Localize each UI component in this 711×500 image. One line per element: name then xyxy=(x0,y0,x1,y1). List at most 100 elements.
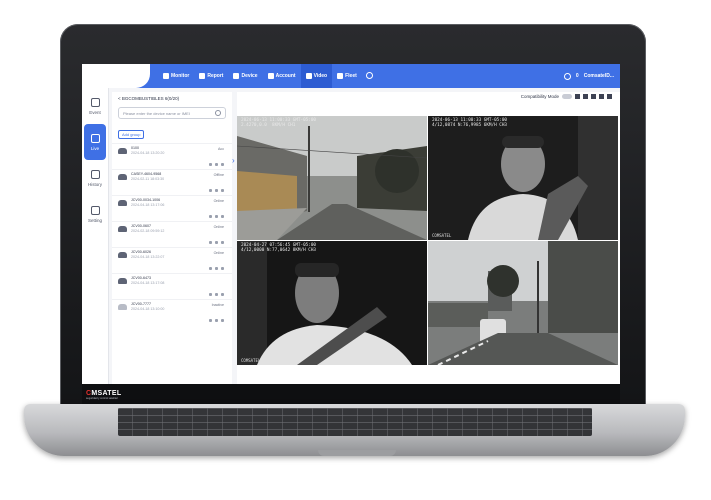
compatibility-toggle[interactable] xyxy=(562,94,572,99)
video-panel: Compatibility Mode 2024-06-13 11:00:33 G… xyxy=(237,92,620,384)
camera-tile-3[interactable]: 2024-04-27 07:56:45 GMT-05:00 4/12,0000 … xyxy=(237,241,427,365)
add-group-button[interactable]: Add group xyxy=(118,130,145,139)
device-actions[interactable] xyxy=(209,293,224,296)
device-row[interactable]: CASEY-4604-9568 2024-02-11 18:03:30 Offlin… xyxy=(112,169,232,195)
camera-3-timestamp: 2024-04-27 07:56:45 GMT-05:00 4/12,0000 … xyxy=(241,243,317,253)
side-rail: Event Live History Setting xyxy=(82,88,109,384)
nav-video[interactable]: Video xyxy=(300,64,333,88)
edit-icon xyxy=(221,319,224,322)
bell-icon[interactable] xyxy=(563,72,571,80)
device-actions[interactable] xyxy=(209,267,224,270)
fleet-icon xyxy=(337,73,344,79)
nav-account[interactable]: Account xyxy=(263,64,301,88)
camera-3-watermark: COMSATEL xyxy=(241,358,261,363)
camera-tile-1[interactable]: 2024-06-13 11:00:33 GMT-05:00 2.4270,0.0… xyxy=(237,116,427,240)
device-actions[interactable] xyxy=(209,319,224,322)
camera-tile-2[interactable]: 2024-06-13 11:00:33 GMT-05:00 4/12,0874 … xyxy=(428,116,618,240)
device-actions[interactable] xyxy=(209,189,224,192)
device-row[interactable]: 0100 2024-04-18 13:20:20 Acc xyxy=(112,143,232,169)
device-status: Acc xyxy=(218,147,224,151)
nav-label: Report xyxy=(207,73,224,79)
nav-report[interactable]: Report xyxy=(194,64,228,88)
traffic-scene-image xyxy=(428,241,618,365)
device-time: 2024-02-11 18:03:30 xyxy=(131,177,165,181)
rail-label: Event xyxy=(89,109,101,115)
device-row[interactable]: JCV00-6473 2024-04-18 13:17:08 xyxy=(112,273,232,299)
signal-icon xyxy=(209,189,212,192)
camera-grid: 2024-06-13 11:00:33 GMT-05:00 2.4270,0.0… xyxy=(237,116,618,365)
device-info: JCV00-0034-1006 2024-04-18 13:17:06 xyxy=(131,198,164,208)
heart-icon xyxy=(215,215,218,218)
camera-1-timestamp: 2024-06-13 11:00:33 GMT-05:00 2.4270,0.0… xyxy=(241,118,317,128)
heart-icon xyxy=(215,163,218,166)
device-search-input[interactable]: Please enter the device name or IMEI xyxy=(118,107,226,119)
rail-item-setting[interactable]: Setting xyxy=(82,196,108,232)
search-icon xyxy=(215,110,221,116)
camera-tile-4[interactable] xyxy=(428,241,618,365)
fullscreen-icon[interactable] xyxy=(607,94,612,99)
device-row[interactable]: JCV00-6026 2024-04-18 13:22:07 Online xyxy=(112,247,232,273)
device-time: 2024-04-18 13:17:08 xyxy=(131,281,165,285)
top-navigation-bar: Monitor Report Device Account Video Fleet 0 C… xyxy=(82,64,620,88)
setting-icon xyxy=(90,205,100,215)
layout-4-icon[interactable] xyxy=(583,94,588,99)
layout-1-icon[interactable] xyxy=(575,94,580,99)
device-actions[interactable] xyxy=(209,241,224,244)
car-icon xyxy=(118,252,127,258)
laptop-bezel-chin: CMSATEL seguridad y control satelital xyxy=(82,384,620,404)
rail-label: Live xyxy=(90,145,100,151)
edit-icon xyxy=(221,293,224,296)
signal-icon xyxy=(209,293,212,296)
device-time: 2024-04-18 13:10:00 xyxy=(131,307,165,311)
layout-16-icon[interactable] xyxy=(599,94,604,99)
signal-icon xyxy=(209,215,212,218)
brand-logo: CMSATEL seguridad y control satelital xyxy=(86,390,122,400)
device-status: Online xyxy=(213,199,224,203)
rail-item-live[interactable]: Live xyxy=(84,124,106,160)
nav-fleet[interactable]: Fleet xyxy=(332,64,362,88)
notification-count: 0 xyxy=(575,73,579,79)
device-actions[interactable] xyxy=(209,163,224,166)
search-icon[interactable] xyxy=(365,71,373,81)
device-status: Inactive xyxy=(211,303,224,307)
device-row[interactable]: JCV00-7777 2024-04-18 13:10:00 Inactive xyxy=(112,299,232,325)
layout-9-icon[interactable] xyxy=(591,94,596,99)
device-info: JCV00-6026 2024-04-18 13:22:07 xyxy=(131,250,164,260)
device-icon xyxy=(233,73,240,79)
nav-device[interactable]: Device xyxy=(228,64,262,88)
device-time: 2024-04-18 13:22:07 xyxy=(131,255,165,259)
compatibility-mode-label: Compatibility Mode xyxy=(520,94,559,99)
car-icon xyxy=(118,304,127,310)
device-list-panel: < BGCOMBUSTIBLES 6(0/20) Please enter th… xyxy=(112,92,232,384)
driver-cabin-image xyxy=(237,241,427,365)
laptop-keyboard xyxy=(118,408,592,436)
user-menu[interactable]: ComsatelD... xyxy=(584,73,614,79)
rail-item-event[interactable]: Event xyxy=(82,88,108,124)
group-header[interactable]: < BGCOMBUSTIBLES 6(0/20) xyxy=(112,92,232,103)
event-icon xyxy=(90,97,100,107)
live-icon xyxy=(90,133,100,143)
device-status: Online xyxy=(213,225,224,229)
heart-icon xyxy=(215,189,218,192)
camera-2-timestamp: 2024-06-13 11:00:33 GMT-05:00 4/12,0874 … xyxy=(432,118,508,128)
edit-icon xyxy=(221,241,224,244)
rail-item-history[interactable]: History xyxy=(82,160,108,196)
device-row[interactable]: JCV00-0607 2024-02-18 09:59:12 Online xyxy=(112,221,232,247)
rail-label: History xyxy=(87,181,102,187)
signal-icon xyxy=(209,267,212,270)
car-icon xyxy=(118,174,127,180)
device-actions[interactable] xyxy=(209,215,224,218)
nav-label: Fleet xyxy=(345,73,357,79)
signal-icon xyxy=(209,319,212,322)
heart-icon xyxy=(215,293,218,296)
nav-monitor[interactable]: Monitor xyxy=(158,64,194,88)
report-icon xyxy=(199,73,206,79)
edit-icon xyxy=(221,163,224,166)
car-icon xyxy=(118,278,127,284)
app-logo-area xyxy=(82,64,150,88)
video-toolbar: Compatibility Mode xyxy=(521,94,612,99)
nav-label: Monitor xyxy=(171,73,190,79)
edit-icon xyxy=(221,189,224,192)
device-row[interactable]: JCV00-0034-1006 2024-04-18 13:17:06 Online xyxy=(112,195,232,221)
chevron-right-icon[interactable]: › xyxy=(232,156,235,165)
